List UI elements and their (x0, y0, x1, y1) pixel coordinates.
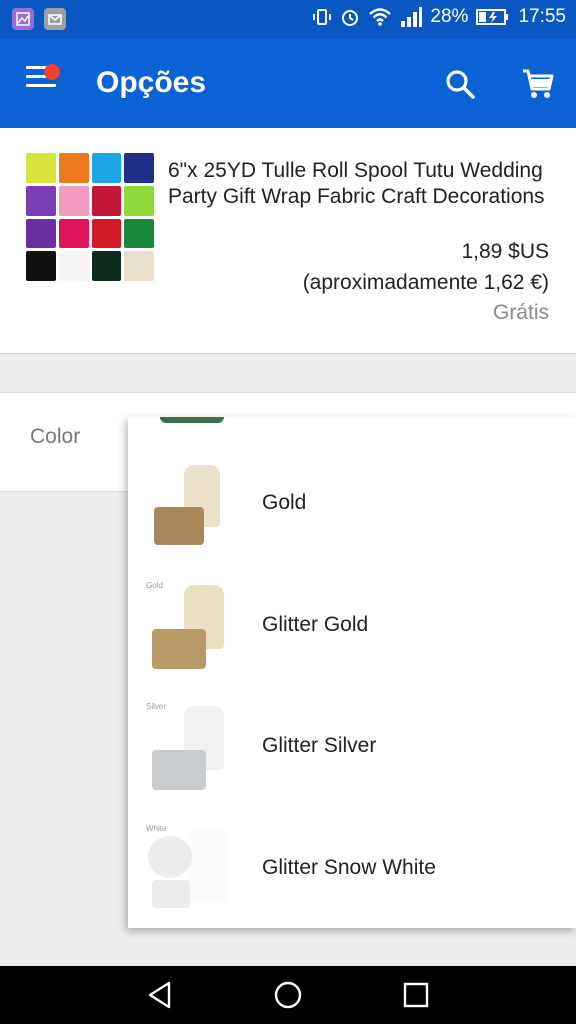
color-option-glitter-snow-white[interactable]: White Glitter Snow White (128, 808, 576, 928)
product-title: 6"x 25YD Tulle Roll Spool Tutu Wedding P… (168, 159, 545, 208)
tulle-swatch (91, 251, 122, 281)
signal-icon (400, 7, 423, 27)
tulle-swatch (26, 153, 56, 183)
page-title: Opções (96, 66, 207, 99)
option-image: Silver (142, 700, 234, 794)
search-icon[interactable] (440, 64, 480, 104)
tulle-shape (188, 828, 228, 902)
system-nav-bar (0, 966, 576, 1024)
product-image (26, 153, 154, 281)
status-bar: 28% 17:55 (0, 0, 576, 38)
product-approx-price: (aproximadamente 1,62 €) (302, 271, 549, 294)
tulle-swatch (58, 185, 89, 216)
shipping-cost: Grátis (492, 301, 549, 324)
tulle-swatch (124, 153, 154, 183)
spool-shape (152, 750, 206, 790)
wifi-icon (368, 7, 392, 27)
notification-dot (44, 64, 60, 80)
cart-icon[interactable] (518, 64, 558, 104)
color-dropdown-list[interactable]: Gold Gold Glitter Gold Silver Glitter Si… (128, 417, 576, 928)
option-image-tag: White (146, 824, 167, 833)
option-image: White (142, 822, 234, 916)
spool-shape (154, 507, 204, 545)
color-option-gold[interactable]: Gold (128, 443, 576, 563)
tulle-swatch (124, 218, 154, 249)
option-image: Gold (142, 579, 234, 673)
color-option-glitter-silver[interactable]: Silver Glitter Silver (128, 686, 576, 806)
alarm-icon (340, 7, 360, 27)
tulle-swatch (91, 153, 122, 183)
product-summary: 6"x 25YD Tulle Roll Spool Tutu Wedding P… (0, 128, 576, 354)
spool-shape (152, 629, 206, 669)
previous-option-image-edge (160, 417, 224, 423)
color-option-glitter-gold[interactable]: Gold Glitter Gold (128, 565, 576, 685)
tulle-swatch (26, 218, 56, 249)
spool-shape (152, 880, 190, 908)
option-image (142, 457, 234, 551)
menu-button[interactable] (26, 64, 66, 102)
tulle-swatch (26, 185, 56, 216)
tulle-swatch (124, 251, 154, 281)
option-image-tag: Silver (146, 702, 167, 711)
back-icon[interactable] (142, 978, 178, 1012)
spool-shape (148, 836, 192, 878)
tulle-swatch (58, 153, 89, 183)
mail-notification-icon (44, 8, 66, 30)
option-label: Glitter Gold (262, 613, 369, 636)
app-bar: Opções (0, 38, 576, 128)
tulle-swatch (91, 185, 122, 216)
option-label: Glitter Silver (262, 734, 377, 757)
clock: 17:55 (518, 6, 566, 27)
home-icon[interactable] (270, 978, 306, 1012)
product-price: 1,89 $US (461, 240, 549, 263)
tulle-swatch (58, 218, 89, 249)
vibrate-icon (312, 7, 332, 27)
color-label: Color (30, 425, 81, 448)
tulle-swatch (124, 185, 154, 216)
gallery-notification-icon (12, 8, 34, 30)
battery-percent: 28% (430, 6, 469, 27)
option-label: Gold (262, 491, 307, 514)
option-image-tag: Gold (146, 581, 163, 590)
recent-apps-icon[interactable] (398, 978, 434, 1012)
tulle-swatch (91, 218, 122, 249)
tulle-swatch (58, 251, 89, 281)
option-label: Glitter Snow White (262, 856, 436, 879)
tulle-swatch (26, 251, 56, 281)
battery-charging-icon (476, 7, 510, 27)
